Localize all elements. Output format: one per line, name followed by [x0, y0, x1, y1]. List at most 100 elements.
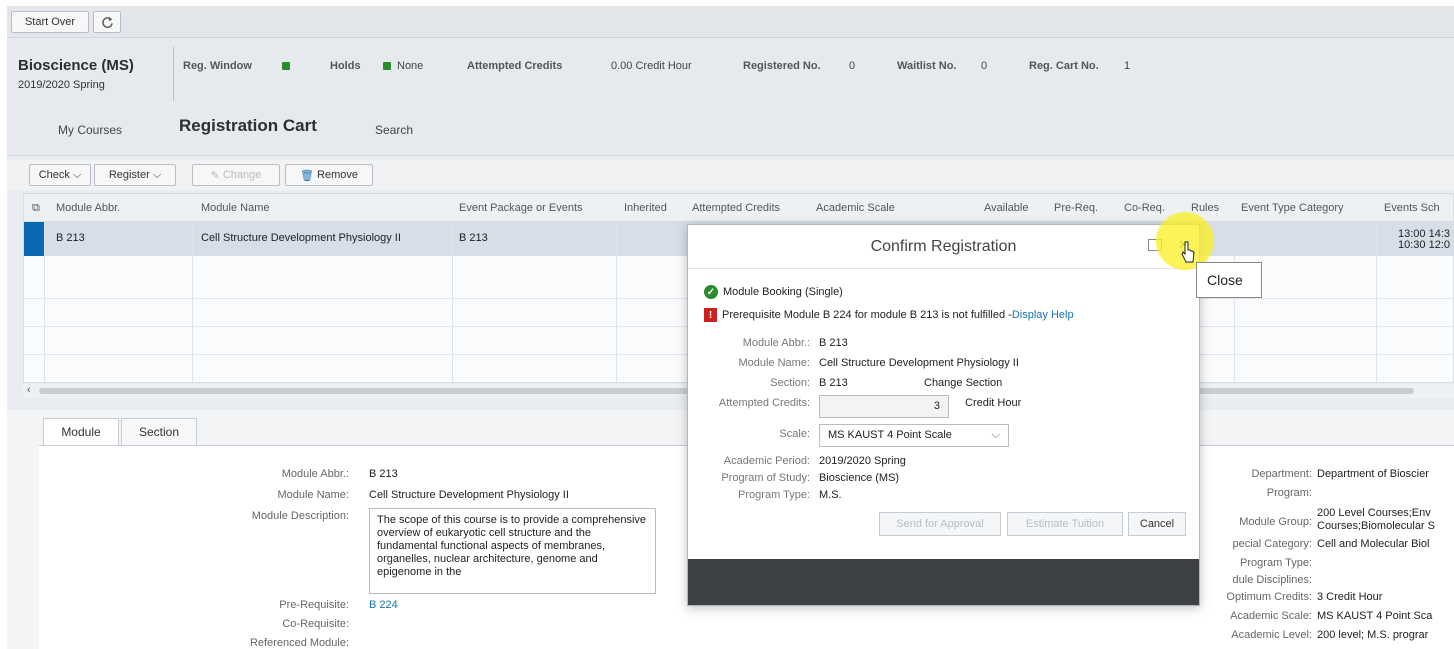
close-tooltip: Close: [1196, 262, 1262, 298]
divider: [616, 222, 617, 384]
pencil-icon: ✎: [210, 169, 223, 182]
refresh-button[interactable]: [93, 11, 121, 33]
tab-search[interactable]: Search: [375, 123, 413, 137]
table-header: ⧉ Module Abbr. Module Name Event Package…: [24, 194, 1453, 222]
chevron-down-icon: ⌵: [152, 168, 162, 181]
confirm-registration-dialog: Confirm Registration ✕ ✓ Module Booking …: [687, 224, 1200, 606]
register-label: Register: [108, 169, 150, 181]
registered-label: Registered No.: [743, 60, 821, 72]
col-academic-scale[interactable]: Academic Scale: [816, 202, 895, 214]
check-button[interactable]: Check ⌵: [29, 164, 91, 186]
academic-level-label: Academic Level:: [1231, 629, 1312, 641]
program-header: Bioscience (MS) 2019/2020 Spring Reg. Wi…: [7, 39, 1454, 101]
row-selector[interactable]: [24, 222, 44, 256]
dialog-footer: [688, 559, 1199, 605]
scale-select[interactable]: MS KAUST 4 Point Scale ⌵: [819, 424, 1009, 447]
check-label: Check: [38, 169, 70, 181]
program-label: Program:: [1266, 487, 1312, 499]
tab-registration-cart[interactable]: Registration Cart: [179, 116, 317, 136]
module-group-value-1: 200 Level Courses;Env: [1317, 507, 1431, 519]
department-value: Department of Bioscier: [1317, 468, 1429, 480]
waitlist-value: 0: [981, 60, 988, 72]
optimum-credits-value: 3 Credit Hour: [1317, 591, 1383, 603]
scroll-left-icon[interactable]: ‹: [27, 384, 31, 396]
col-events[interactable]: Event Package or Events: [459, 202, 583, 214]
display-help-link[interactable]: Display Help: [1012, 309, 1074, 321]
academic-scale-label: Academic Scale:: [1230, 610, 1312, 622]
reg-window-status-icon: [282, 62, 290, 70]
credit-unit-label: Credit Hour: [965, 397, 1022, 409]
col-inherited[interactable]: Inherited: [624, 202, 667, 214]
holds-label: Holds: [330, 60, 361, 72]
message-error: ! Prerequisite Module B 224 for module B…: [704, 308, 1074, 322]
divider: [173, 47, 174, 101]
success-text: Module Booking (Single): [723, 286, 843, 298]
dialog-name-label: Module Name:: [738, 357, 810, 369]
estimate-tuition-button[interactable]: Estimate Tuition: [1007, 512, 1123, 536]
module-group-label: Module Group:: [1239, 516, 1312, 528]
cart-toolbar: Check ⌵ Register ⌵ ✎ Change 🗑 Remove: [7, 160, 1454, 190]
start-over-button[interactable]: Start Over: [11, 11, 89, 33]
dialog-ptype-label: Program Type:: [738, 489, 810, 501]
remove-button[interactable]: 🗑 Remove: [285, 164, 373, 186]
col-event-type[interactable]: Event Type Category: [1241, 202, 1344, 214]
dialog-section-value: B 213: [819, 377, 848, 389]
change-section-link[interactable]: Change Section: [924, 377, 1002, 389]
send-for-approval-button[interactable]: Send for Approval: [879, 512, 1001, 536]
cancel-button[interactable]: Cancel: [1128, 512, 1186, 536]
col-module-abbr[interactable]: Module Abbr.: [56, 202, 120, 214]
col-events-schedule[interactable]: Events Sch: [1384, 202, 1440, 214]
success-icon: ✓: [704, 285, 718, 299]
dialog-period-label: Academic Period:: [723, 455, 810, 467]
attempted-credits-label: Attempted Credits: [467, 60, 563, 72]
special-category-label: pecial Category:: [1232, 538, 1313, 550]
reg-window-label: Reg. Window: [183, 60, 252, 72]
module-disciplines-label: dule Disciplines:: [1232, 574, 1312, 586]
academic-level-value: 200 level; M.S. prograr: [1317, 629, 1429, 641]
prereq-link[interactable]: B 224: [369, 599, 398, 611]
dialog-scale-label: Scale:: [779, 428, 810, 440]
col-available[interactable]: Available: [984, 202, 1028, 214]
divider: [44, 222, 45, 384]
optimum-credits-label: Optimum Credits:: [1226, 591, 1312, 603]
tab-module[interactable]: Module: [43, 418, 119, 446]
remove-label: Remove: [317, 169, 358, 181]
holds-value: None: [397, 60, 424, 72]
prereq-label: Pre-Requisite:: [279, 599, 349, 611]
attempted-credits-value: 0.00 Credit Hour: [611, 60, 692, 72]
term-label: 2019/2020 Spring: [18, 79, 105, 91]
change-button[interactable]: ✎ Change: [192, 164, 280, 186]
error-icon: !: [704, 308, 717, 322]
register-button[interactable]: Register ⌵: [94, 164, 176, 186]
module-description-textarea[interactable]: The scope of this course is to provide a…: [369, 508, 656, 594]
tab-section[interactable]: Section: [121, 418, 197, 446]
error-text: Prerequisite Module B 224 for module B 2…: [722, 309, 1012, 321]
tab-my-courses[interactable]: My Courses: [58, 123, 122, 137]
divider: [1376, 222, 1377, 384]
academic-scale-value: MS KAUST 4 Point Sca: [1317, 610, 1433, 622]
module-desc-label: Module Description:: [251, 510, 349, 522]
program-type-label: Program Type:: [1240, 557, 1312, 569]
row-schedule-2: 10:30 12:0: [1398, 239, 1450, 251]
module-name-label: Module Name:: [277, 489, 349, 501]
coreq-label: Co-Requisite:: [282, 618, 349, 630]
col-coreq[interactable]: Co-Req.: [1124, 202, 1165, 214]
divider: [452, 222, 453, 384]
holds-status-icon: [383, 62, 391, 70]
dialog-title: Confirm Registration: [688, 225, 1199, 269]
row-name: Cell Structure Development Physiology II: [201, 232, 401, 244]
attempted-credits-input[interactable]: 3: [819, 395, 949, 418]
trash-icon: 🗑: [300, 169, 318, 182]
select-all-icon[interactable]: ⧉: [32, 202, 40, 215]
module-abbr-label: Module Abbr.:: [281, 468, 349, 480]
row-abbr: B 213: [56, 232, 85, 244]
module-abbr-value: B 213: [369, 468, 398, 480]
col-module-name[interactable]: Module Name: [201, 202, 269, 214]
dialog-period-value: 2019/2020 Spring: [819, 455, 906, 467]
refresh-icon: [101, 16, 113, 28]
col-prereq[interactable]: Pre-Req.: [1054, 202, 1098, 214]
divider: [1234, 222, 1235, 384]
waitlist-label: Waitlist No.: [897, 60, 957, 72]
col-rules[interactable]: Rules: [1191, 202, 1219, 214]
col-attempted-credits[interactable]: Attempted Credits: [692, 202, 780, 214]
